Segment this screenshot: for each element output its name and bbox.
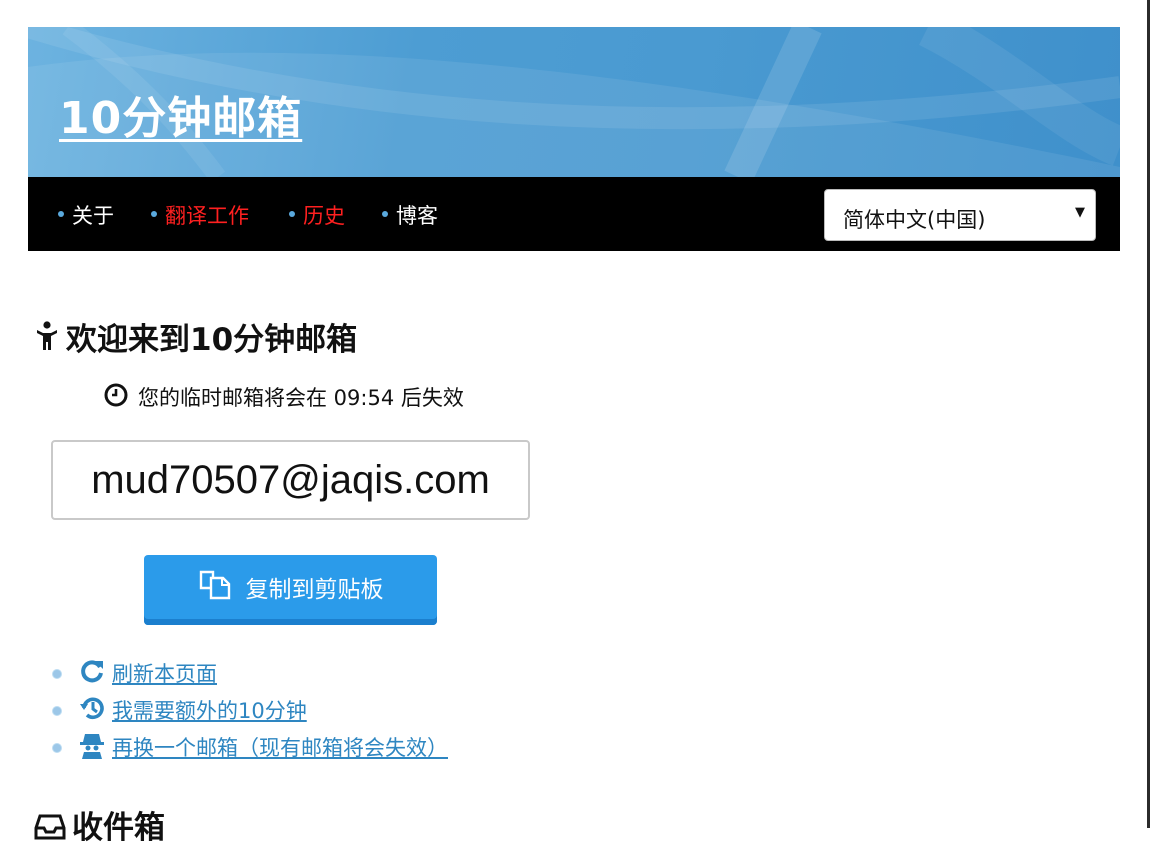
inbox-heading-text: 收件箱	[72, 810, 165, 846]
child-icon	[36, 320, 58, 359]
nav-item-blog[interactable]: 博客	[382, 200, 438, 230]
extend-time-link[interactable]: 我需要额外的10分钟	[112, 695, 307, 725]
email-address-field[interactable]: mud70507@jaqis.com	[51, 440, 530, 520]
nav-item-translate[interactable]: 翻译工作	[151, 200, 249, 230]
bullet-dot	[52, 706, 62, 716]
nav-item-label: 翻译工作	[165, 204, 249, 228]
bullet-dot	[289, 211, 295, 217]
copy-button-label: 复制到剪贴板	[245, 577, 384, 603]
welcome-heading-text: 欢迎来到10分钟邮箱	[66, 322, 358, 358]
site-title-link[interactable]: 10分钟邮箱	[59, 82, 302, 146]
new-email-link[interactable]: 再换一个邮箱（现有邮箱将会失效）	[112, 732, 448, 762]
bullet-dot	[52, 743, 62, 753]
inbox-heading: 收件箱	[34, 802, 165, 848]
window-edge	[1147, 0, 1150, 828]
dropdown-arrow-icon: ▼	[1075, 205, 1085, 220]
refresh-icon	[79, 658, 105, 689]
welcome-heading: 欢迎来到10分钟邮箱	[36, 314, 357, 361]
header-banner: 10分钟邮箱	[28, 27, 1120, 177]
clock-icon	[104, 383, 128, 412]
spy-icon	[79, 732, 105, 765]
expiry-notice: 您的临时邮箱将会在 09:54 后失效	[104, 382, 464, 414]
refresh-page-link[interactable]: 刷新本页面	[112, 658, 217, 688]
email-address-value: mud70507@jaqis.com	[91, 457, 490, 502]
nav-item-label: 关于	[72, 204, 114, 228]
bullet-dot	[52, 669, 62, 679]
language-select-value: 简体中文(中国)	[843, 208, 986, 232]
language-select[interactable]: 简体中文(中国) ▼	[824, 189, 1096, 241]
nav-item-history[interactable]: 历史	[289, 200, 345, 230]
copy-icon	[198, 568, 232, 606]
copy-to-clipboard-button[interactable]: 复制到剪贴板	[144, 555, 437, 625]
top-navbar: 关于 翻译工作 历史 博客 简体中文(中国) ▼	[28, 177, 1120, 251]
bullet-dot	[151, 211, 157, 217]
history-icon	[79, 695, 105, 726]
nav-item-label: 历史	[303, 204, 345, 228]
inbox-icon	[34, 812, 66, 848]
expiry-notice-text: 您的临时邮箱将会在 09:54 后失效	[138, 386, 464, 410]
bullet-dot	[382, 211, 388, 217]
bullet-dot	[58, 211, 64, 217]
nav-item-label: 博客	[396, 204, 438, 228]
nav-item-about[interactable]: 关于	[58, 200, 114, 230]
